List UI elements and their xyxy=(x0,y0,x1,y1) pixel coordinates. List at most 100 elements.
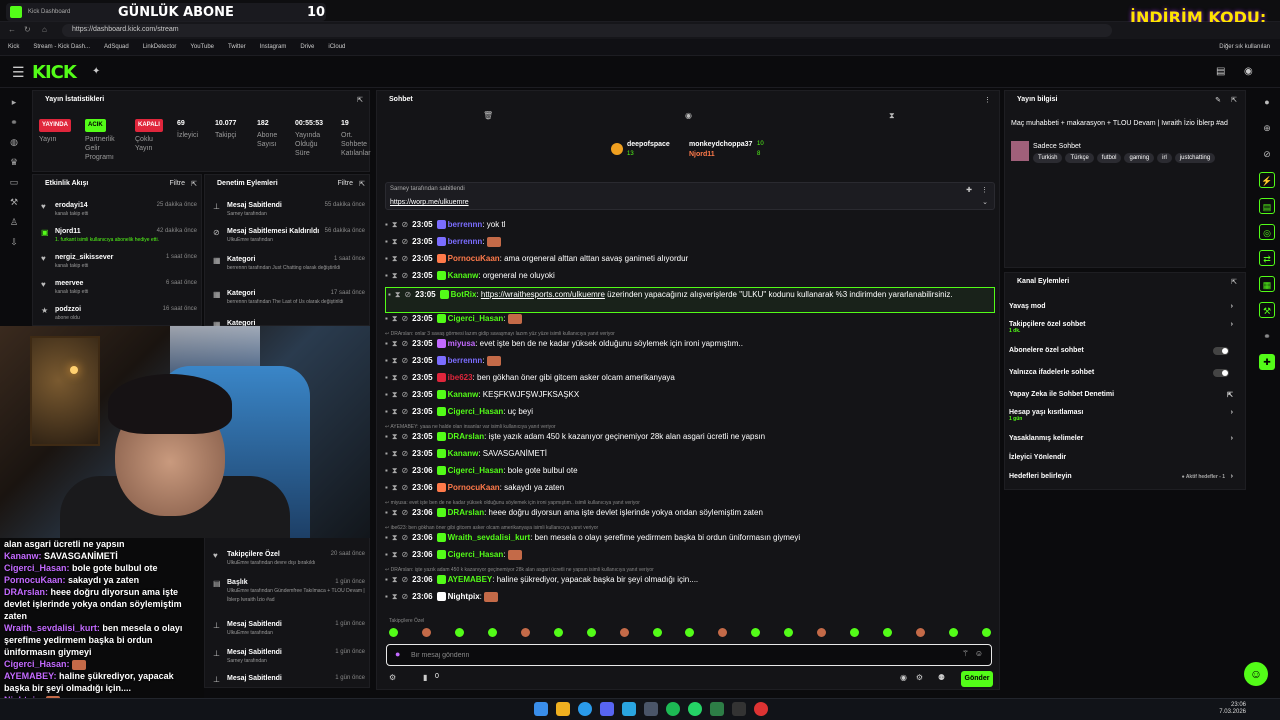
ban-icon[interactable]: ⊘ xyxy=(401,449,408,458)
emoji-icon[interactable]: ☺ xyxy=(975,649,983,658)
ban-icon[interactable]: ⊘ xyxy=(401,314,408,323)
obs-icon[interactable] xyxy=(754,702,768,716)
hourglass-icon[interactable]: ⧗ xyxy=(889,111,895,121)
lightning-icon[interactable]: ⚡ xyxy=(1259,172,1275,188)
popout-icon[interactable]: ⇱ xyxy=(357,96,363,104)
bookmark-item[interactable]: Instagram xyxy=(260,44,287,50)
bookmark-item[interactable]: Kick xyxy=(8,44,19,50)
popout-icon[interactable]: ⇱ xyxy=(191,180,197,188)
ban-icon[interactable]: ⊘ xyxy=(401,483,408,492)
notification-icon[interactable]: ◉ xyxy=(1244,66,1253,77)
message-icon[interactable]: ◎ xyxy=(1259,224,1275,240)
trash-icon[interactable]: 🗑 xyxy=(483,111,493,120)
delete-icon[interactable]: ▪ xyxy=(385,449,388,458)
other-bookmarks[interactable]: Diğer sık kullanılan xyxy=(1219,44,1270,50)
timeout-icon[interactable]: ⧗ xyxy=(392,466,398,475)
timeout-icon[interactable]: ⧗ xyxy=(395,290,401,299)
ban-icon[interactable]: ⊘ xyxy=(401,339,408,348)
timeout-icon[interactable]: ⧗ xyxy=(392,373,398,382)
timeout-icon[interactable]: ⧗ xyxy=(392,271,398,280)
start-icon[interactable] xyxy=(534,702,548,716)
ban-icon[interactable]: ⊘ xyxy=(401,432,408,441)
delete-icon[interactable]: ▪ xyxy=(385,339,388,348)
edit-icon[interactable]: ✎ xyxy=(1215,96,1221,104)
terminal-icon[interactable] xyxy=(732,702,746,716)
back-icon[interactable]: ← xyxy=(8,25,16,34)
message-user[interactable]: berrennn xyxy=(448,356,483,365)
message-user[interactable]: PornocuKaan xyxy=(448,254,500,263)
home-nav-icon[interactable]: ▸ xyxy=(8,96,20,108)
layout-icon[interactable]: ▤ xyxy=(1216,66,1225,77)
timeout-icon[interactable]: ⧗ xyxy=(392,220,398,229)
timeout-icon[interactable]: ⧗ xyxy=(392,592,398,601)
pin-icon[interactable]: ✦ xyxy=(92,66,100,77)
trophy-nav-icon[interactable]: ♛ xyxy=(8,156,20,168)
ban-icon[interactable]: ⊘ xyxy=(401,390,408,399)
mode-followers[interactable]: Takipçilere özel sohbet 1 dk. › xyxy=(1009,321,1239,334)
delete-icon[interactable]: ▪ xyxy=(385,483,388,492)
ban-icon[interactable]: ⊘ xyxy=(401,356,408,365)
emote-button[interactable] xyxy=(586,628,596,637)
tools-icon[interactable]: ⚒ xyxy=(1259,302,1275,318)
chevron-down-icon[interactable]: ⌄ xyxy=(982,198,988,206)
gifter-name[interactable]: monkeydchoppa37 xyxy=(689,141,752,148)
chat-input-box[interactable]: ● ⚚ ☺ xyxy=(386,644,992,666)
app-icon[interactable] xyxy=(710,702,724,716)
mode-goals[interactable]: Hedefleri belirleyin ● Aktif hedefler - 1… xyxy=(1009,473,1239,480)
ban-icon[interactable]: ⊘ xyxy=(404,290,411,299)
emote-button[interactable] xyxy=(421,628,431,637)
delete-icon[interactable]: ▪ xyxy=(385,356,388,365)
points-icon[interactable]: ⚙ xyxy=(389,673,396,682)
ban-icon[interactable]: ⊘ xyxy=(401,550,408,559)
emote-button[interactable] xyxy=(784,628,794,637)
emote-button[interactable] xyxy=(487,628,497,637)
delete-icon[interactable]: ▪ xyxy=(385,220,388,229)
more-options-icon[interactable]: ⋮ xyxy=(981,186,988,194)
message-user[interactable]: ibe623 xyxy=(448,373,473,382)
timeout-icon[interactable]: ⧗ xyxy=(392,314,398,323)
bookmark-item[interactable]: LinkDetector xyxy=(143,44,177,50)
subscribers-toggle[interactable] xyxy=(1213,347,1229,355)
ban-icon[interactable]: ⊘ xyxy=(401,220,408,229)
delete-icon[interactable]: ▪ xyxy=(385,533,388,542)
emote-button[interactable] xyxy=(389,628,398,637)
record-icon[interactable]: ● xyxy=(1259,94,1275,110)
send-button[interactable]: Gönder xyxy=(961,671,993,687)
message-user[interactable]: Nightpix xyxy=(448,592,480,601)
download-nav-icon[interactable]: ⇩ xyxy=(8,236,20,248)
emote-button[interactable] xyxy=(652,628,662,637)
bookmark-item[interactable]: iCloud xyxy=(328,44,345,50)
ban-icon[interactable]: ⊘ xyxy=(401,254,408,263)
popout-icon[interactable]: ⇱ xyxy=(1231,278,1237,286)
wrench-nav-icon[interactable]: ⚒ xyxy=(8,196,20,208)
bookmark-item[interactable]: AdSquad xyxy=(104,44,129,50)
delete-icon[interactable]: ▪ xyxy=(385,575,388,584)
category-name[interactable]: Sadece Sohbet xyxy=(1033,143,1081,150)
chat-input[interactable] xyxy=(411,649,911,661)
emote-button[interactable] xyxy=(883,628,893,637)
reload-icon[interactable]: ↻ xyxy=(24,25,31,34)
mode-slow[interactable]: Yavaş mod › xyxy=(1009,303,1239,310)
spotify-icon[interactable] xyxy=(666,702,680,716)
emote-button[interactable] xyxy=(751,628,761,637)
filter-button[interactable]: Filtre xyxy=(337,180,353,187)
timeout-icon[interactable]: ⧗ xyxy=(392,390,398,399)
more-options-icon[interactable]: ⋮ xyxy=(984,96,991,104)
ban-icon[interactable]: ⊘ xyxy=(401,466,408,475)
bookmark-item[interactable]: Twitter xyxy=(228,44,246,50)
ban-icon[interactable]: ⊘ xyxy=(401,592,408,601)
monitor-nav-icon[interactable]: ▭ xyxy=(8,176,20,188)
filter-button[interactable]: Filtre xyxy=(169,180,185,187)
timeout-icon[interactable]: ⧗ xyxy=(392,407,398,416)
chat-bubble-icon[interactable]: ◉ xyxy=(685,111,692,120)
raid-icon[interactable]: ⇄ xyxy=(1259,250,1275,266)
message-user[interactable]: berrennn xyxy=(448,220,483,229)
ban-icon[interactable]: ⊘ xyxy=(401,271,408,280)
pin-icon[interactable]: ✚ xyxy=(966,186,972,194)
delete-icon[interactable]: ▪ xyxy=(385,466,388,475)
chat-fab-icon[interactable]: ☺ xyxy=(1244,662,1268,686)
message-link[interactable]: https://wraithesports.com/ulkuemre xyxy=(481,290,605,299)
timeout-icon[interactable]: ⧗ xyxy=(392,575,398,584)
timeout-icon[interactable]: ⧗ xyxy=(392,254,398,263)
mode-ai-moderation[interactable]: Yapay Zeka ile Sohbet Denetimi ⇱ xyxy=(1009,391,1239,399)
